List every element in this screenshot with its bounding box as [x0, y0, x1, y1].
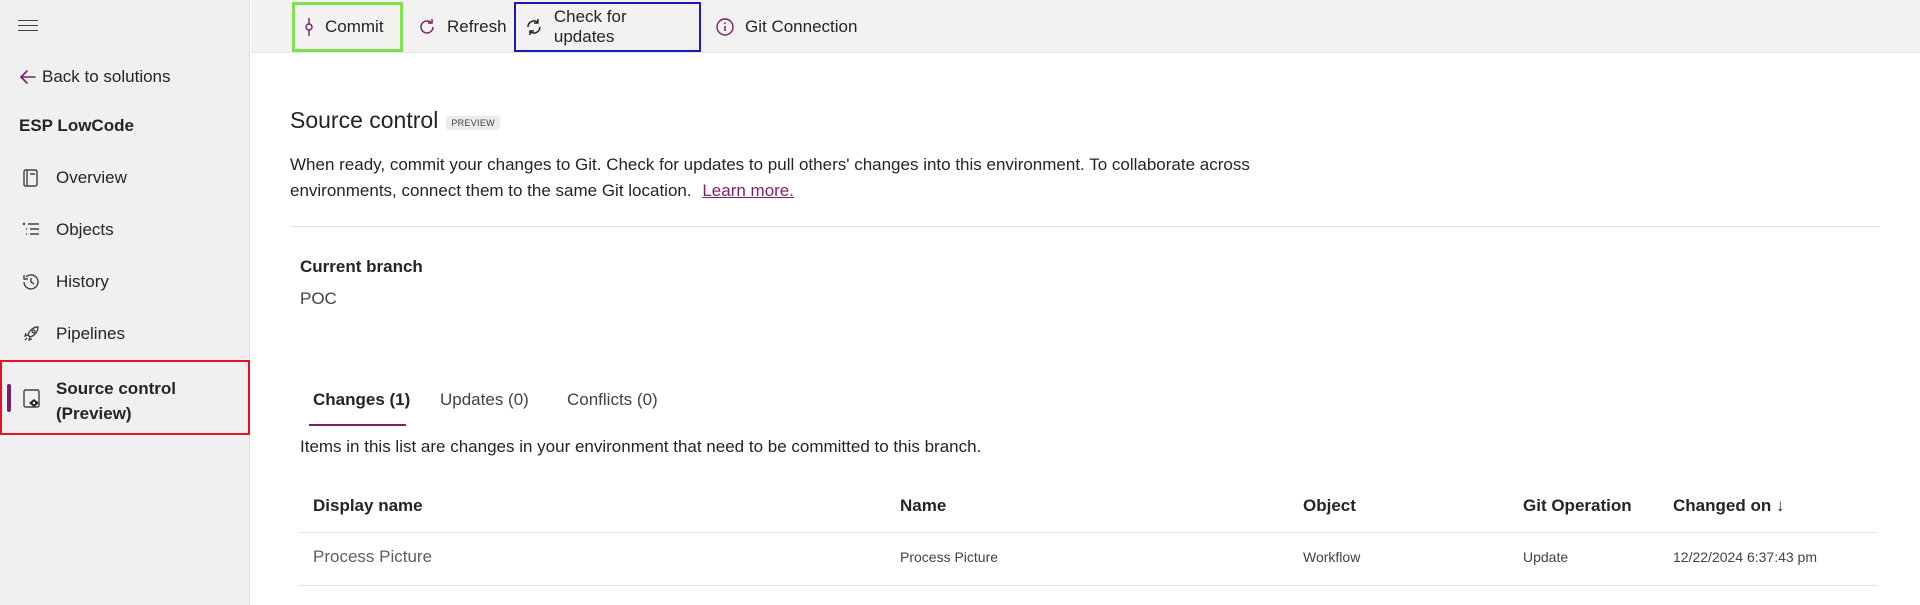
column-header-object[interactable]: Object: [1303, 496, 1356, 516]
sidebar: Back to solutions ESP LowCode Overview O…: [0, 0, 250, 605]
page-title: Source control: [290, 107, 439, 133]
refresh-label: Refresh: [447, 17, 507, 36]
sidebar-item-pipelines[interactable]: Pipelines: [0, 314, 250, 354]
refresh-icon: [420, 19, 434, 34]
sidebar-item-history[interactable]: History: [0, 262, 250, 302]
tab-conflicts[interactable]: Conflicts (0): [567, 390, 658, 426]
back-to-solutions-link[interactable]: Back to solutions: [18, 64, 171, 90]
column-header-name[interactable]: Name: [900, 496, 946, 516]
page-header: Source control PREVIEW: [290, 107, 500, 134]
hamburger-menu-icon[interactable]: [18, 16, 42, 36]
rocket-icon: [20, 323, 42, 345]
cell-object: Workflow: [1303, 549, 1361, 565]
sidebar-item-label: Objects: [56, 220, 114, 239]
sidebar-item-label: History: [56, 272, 109, 291]
info-icon: [716, 18, 734, 36]
book-icon: [20, 167, 42, 189]
check-label: Check for updates: [553, 7, 627, 46]
git-label: Git Connection: [745, 17, 858, 36]
command-bar: Commit Refresh Check for updates Git Con…: [251, 0, 1920, 53]
preview-badge: PREVIEW: [446, 116, 500, 130]
git-connection-button[interactable]: Git Connection: [707, 2, 865, 52]
cell-display-name: Process Picture: [313, 547, 433, 566]
branch-value: POC: [300, 289, 337, 308]
sync-icon: [527, 19, 541, 35]
table-header: Display name Name Object Git Operation C…: [298, 483, 1878, 533]
list-info-text: Items in this list are changes in your e…: [300, 437, 982, 456]
branch-label: Current branch: [300, 257, 423, 276]
learn-more-link[interactable]: Learn more.: [702, 181, 794, 200]
cell-changed-on: 12/22/2024 6:37:43 pm: [1673, 549, 1818, 565]
changes-table: Display name Name Object Git Operation C…: [298, 483, 1878, 586]
sidebar-item-label: Pipelines: [56, 324, 125, 343]
tab-label: Changes (1): [313, 390, 411, 409]
list-icon: [20, 219, 42, 241]
history-icon: [20, 271, 42, 293]
commit-button[interactable]: Commit: [292, 2, 403, 52]
solution-name: ESP LowCode: [19, 116, 134, 135]
sidebar-item-overview[interactable]: Overview: [0, 158, 250, 198]
back-label: Back to solutions: [42, 67, 171, 86]
sidebar-item-source-control[interactable]: Source control (Preview): [0, 360, 250, 435]
main-content: Source control PREVIEW When ready, commi…: [251, 53, 1920, 605]
divider: [290, 226, 1880, 227]
active-indicator: [7, 384, 11, 412]
cell-name: Process Picture: [900, 549, 999, 565]
arrow-left-icon: [20, 70, 36, 84]
tab-updates[interactable]: Updates (0): [440, 390, 529, 426]
column-header-git-operation[interactable]: Git Operation: [1523, 496, 1632, 516]
column-header-display-name[interactable]: Display name: [313, 496, 423, 516]
column-header-changed-on[interactable]: Changed on ↓: [1673, 496, 1784, 516]
refresh-button[interactable]: Refresh: [409, 2, 515, 52]
tab-changes[interactable]: Changes (1): [309, 390, 411, 426]
active-tab-underline: [309, 424, 406, 426]
check-for-updates-button[interactable]: Check for updates: [514, 2, 701, 52]
table-row[interactable]: Process Picture Process Picture Workflow…: [298, 533, 1878, 586]
tab-label: Updates (0): [440, 390, 529, 409]
sidebar-item-label: Overview: [56, 168, 127, 187]
sidebar-item-objects[interactable]: Objects: [0, 210, 250, 250]
tab-label: Conflicts (0): [567, 390, 658, 409]
cell-git-operation: Update: [1523, 549, 1569, 565]
commit-icon: [305, 18, 313, 36]
page-description: When ready, commit your changes to Git. …: [290, 152, 1290, 204]
commit-label: Commit: [325, 17, 384, 36]
sidebar-item-label: Source control (Preview): [56, 379, 176, 423]
source-control-icon: [22, 388, 44, 410]
